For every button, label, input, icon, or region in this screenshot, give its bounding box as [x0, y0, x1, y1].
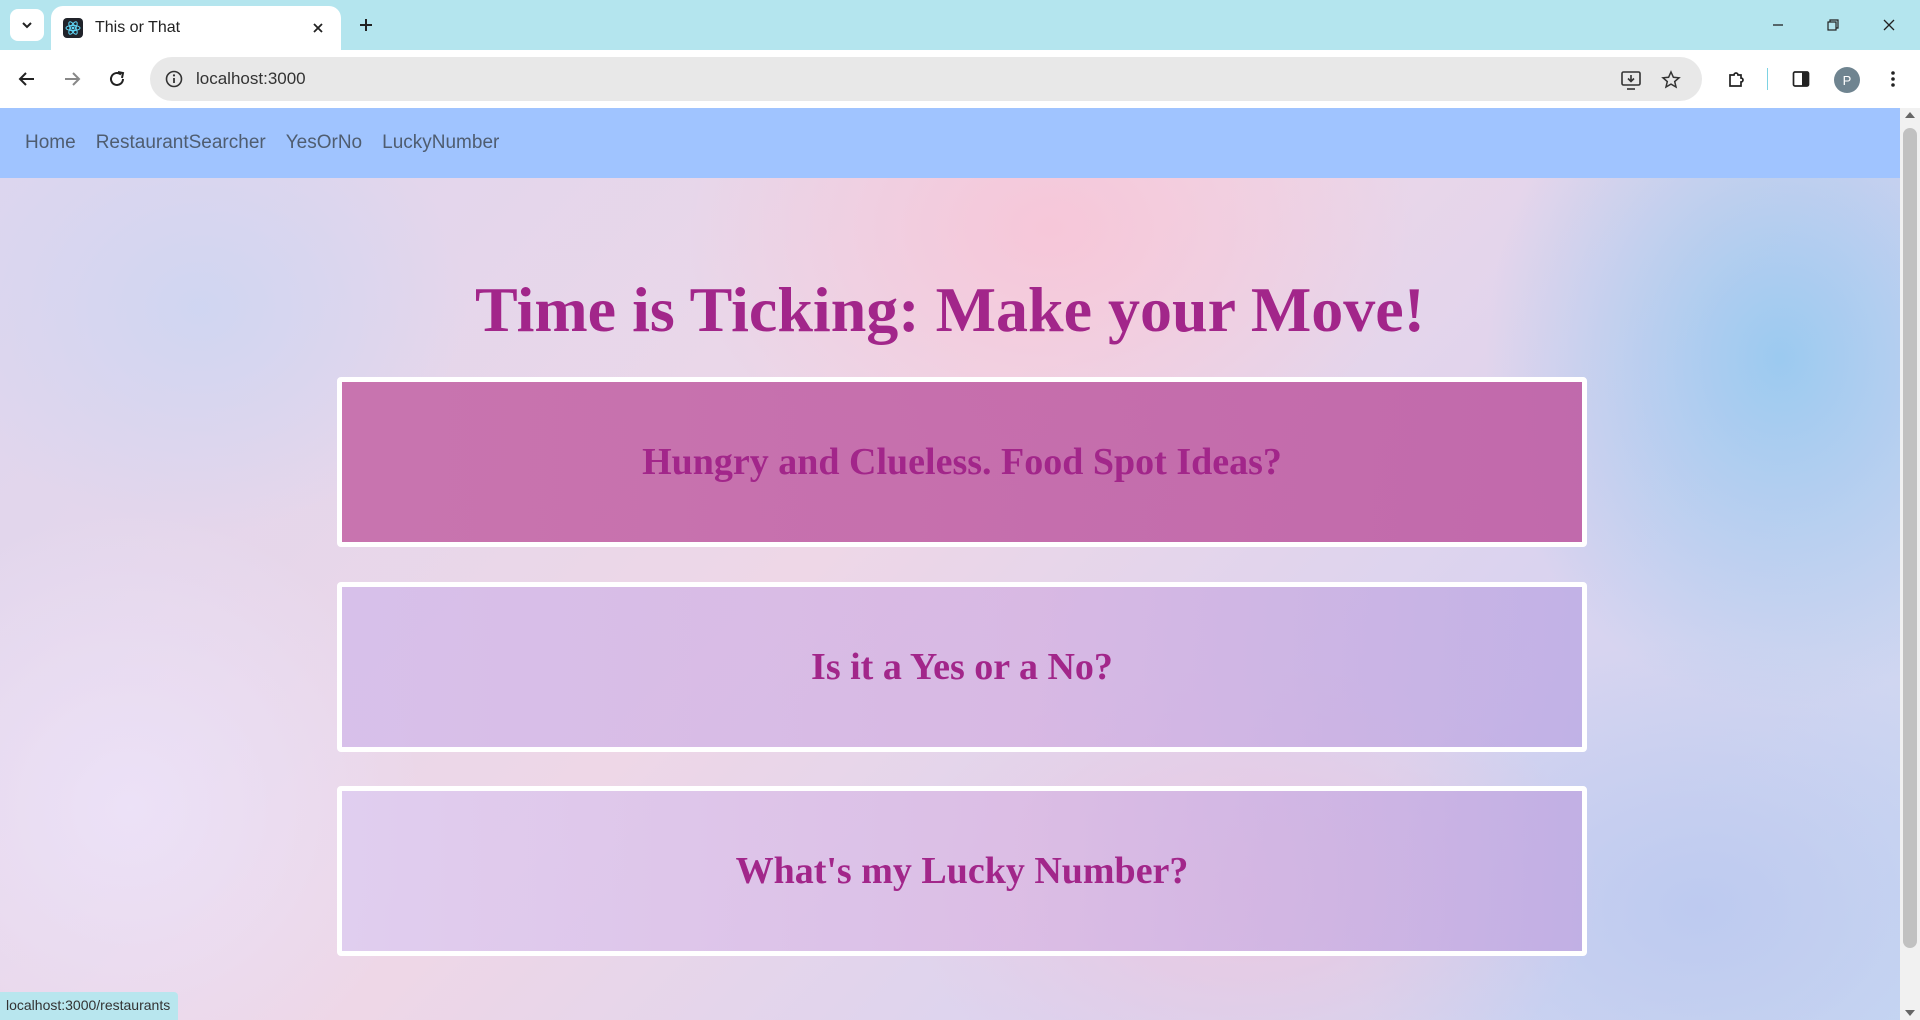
scroll-up-arrow-icon[interactable] — [1905, 112, 1915, 118]
card-label: Hungry and Clueless. Food Spot Ideas? — [642, 441, 1282, 483]
back-button[interactable] — [11, 63, 43, 95]
yes-or-no-card[interactable]: Is it a Yes or a No? — [337, 582, 1587, 752]
restore-icon — [1827, 19, 1839, 31]
tab-close-icon[interactable] — [307, 17, 329, 39]
bookmark-star-icon[interactable] — [1658, 67, 1684, 93]
browser-toolbar: localhost:3000 P — [0, 50, 1920, 108]
link-status-bubble: localhost:3000/restaurants — [0, 992, 179, 1020]
arrow-right-icon — [65, 72, 81, 86]
side-panel-button[interactable] — [1785, 63, 1817, 95]
scrollbar-thumb[interactable] — [1903, 128, 1917, 948]
site-navbar: Home RestaurantSearcher YesOrNo LuckyNum… — [0, 108, 1900, 178]
close-window-button[interactable] — [1873, 10, 1905, 40]
card-label: Is it a Yes or a No? — [811, 646, 1113, 688]
profile-avatar[interactable]: P — [1834, 67, 1860, 93]
page-viewport: Home RestaurantSearcher YesOrNo LuckyNum… — [0, 108, 1900, 1020]
side-panel-icon — [1792, 71, 1810, 87]
page-scrollbar[interactable] — [1900, 108, 1920, 1020]
nav-link-home[interactable]: Home — [25, 132, 76, 154]
browser-tab-strip: This or That — [0, 0, 1920, 50]
nav-link-yes-or-no[interactable]: YesOrNo — [286, 132, 362, 154]
toolbar-divider — [1767, 68, 1768, 90]
site-info-icon[interactable] — [162, 67, 186, 91]
lucky-number-card[interactable]: What's my Lucky Number? — [337, 786, 1587, 956]
reload-icon — [110, 71, 125, 86]
forward-button[interactable] — [56, 63, 88, 95]
new-tab-button[interactable] — [352, 11, 380, 39]
restore-button[interactable] — [1817, 10, 1849, 40]
address-bar[interactable]: localhost:3000 — [150, 57, 1702, 101]
scroll-down-arrow-icon[interactable] — [1905, 1010, 1915, 1016]
minimize-icon — [1773, 24, 1783, 26]
plus-icon — [360, 19, 372, 31]
nav-link-restaurant-searcher[interactable]: RestaurantSearcher — [96, 132, 266, 154]
react-favicon-icon — [63, 18, 83, 38]
kebab-menu-icon — [1891, 71, 1895, 87]
browser-menu-button[interactable] — [1877, 63, 1909, 95]
tab-title: This or That — [95, 19, 181, 36]
puzzle-icon — [1729, 72, 1744, 87]
extensions-button[interactable] — [1720, 63, 1752, 95]
nav-link-lucky-number[interactable]: LuckyNumber — [382, 132, 499, 154]
restaurant-searcher-card[interactable]: Hungry and Clueless. Food Spot Ideas? — [337, 377, 1587, 547]
tab-search-button[interactable] — [10, 9, 44, 41]
browser-tab[interactable]: This or That — [51, 6, 341, 50]
reload-button[interactable] — [101, 63, 133, 95]
arrow-left-icon — [18, 72, 34, 86]
address-url[interactable]: localhost:3000 — [196, 69, 306, 89]
minimize-button[interactable] — [1762, 10, 1794, 40]
card-label: What's my Lucky Number? — [735, 850, 1189, 892]
page-title: Time is Ticking: Make your Move! — [475, 274, 1425, 345]
close-icon — [1883, 19, 1895, 31]
chevron-down-icon — [22, 22, 32, 29]
install-app-icon[interactable] — [1618, 67, 1644, 93]
